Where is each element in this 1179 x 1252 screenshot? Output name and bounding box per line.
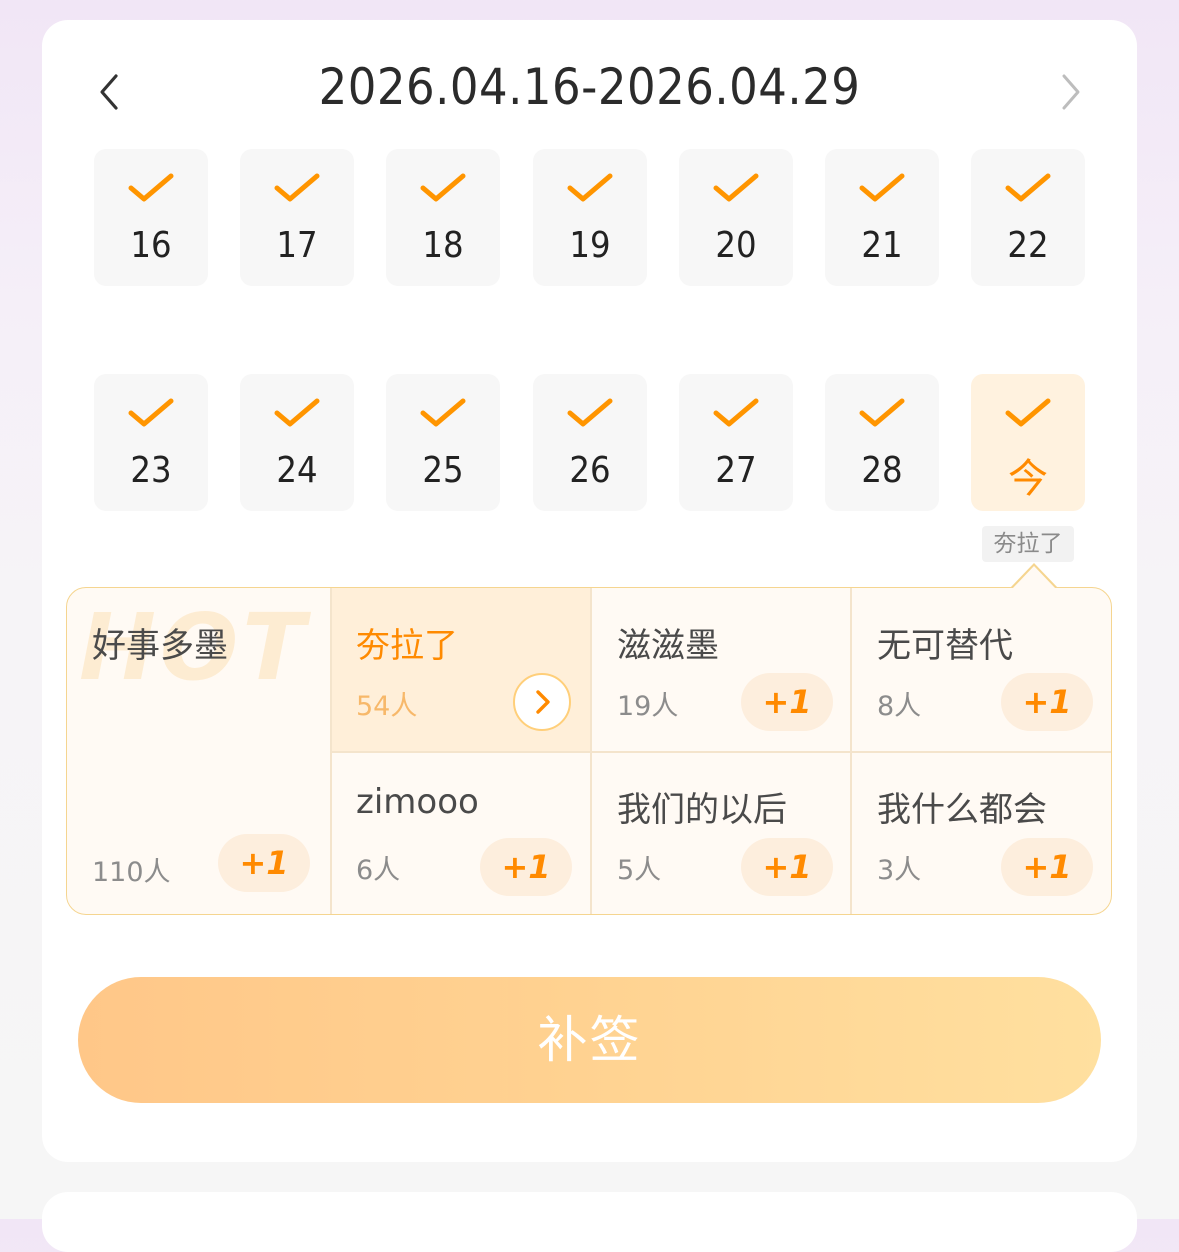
check-icon [713,398,759,427]
day-cell[interactable]: 16 [94,149,208,286]
plus-one-button[interactable]: +1 [741,838,833,896]
plus-one-button[interactable]: +1 [218,834,310,892]
check-icon [567,398,613,427]
option-name: 夯拉了 [356,626,458,666]
option-name: 无可替代 [877,626,1013,666]
day-cell[interactable]: 26 [533,374,647,511]
day-number: 23 [130,450,172,491]
option-count: 110人 [92,857,171,888]
day-number: 27 [715,450,757,491]
check-icon [420,173,466,202]
day-number: 17 [276,225,318,266]
next-range-button[interactable] [1050,72,1090,112]
day-number: 21 [861,225,903,266]
option-count: 3人 [877,855,922,886]
day-number: 20 [715,225,757,266]
option-name: 好事多墨 [92,626,228,666]
check-icon [128,398,174,427]
chevron-right-icon [1062,74,1080,110]
plus-one-button[interactable]: +1 [480,838,572,896]
option-cell[interactable]: 好事多墨 110人 +1 [67,588,330,914]
check-icon [859,398,905,427]
check-icon [1005,398,1051,427]
option-cell[interactable]: 我们的以后 5人 +1 [592,752,852,914]
go-button[interactable] [513,673,571,731]
option-grid: HOT 好事多墨 110人 +1 夯拉了 54人 滋滋墨 19人 +1 无可替代… [66,587,1112,915]
check-icon [859,173,905,202]
option-name: 滋滋墨 [617,626,719,666]
check-icon [274,398,320,427]
day-number: 28 [861,450,903,491]
date-range-title: 2026.04.16-2026.04.29 [318,58,861,116]
day-cell[interactable]: 24 [240,374,354,511]
day-cell[interactable]: 21 [825,149,939,286]
grid-divider [331,751,1111,753]
option-count: 54人 [356,691,418,722]
plus-one-button[interactable]: +1 [1001,838,1093,896]
day-cell[interactable]: 23 [94,374,208,511]
day-number: 22 [1007,225,1049,266]
day-cell[interactable]: 28 [825,374,939,511]
today-tag: 夯拉了 [982,526,1074,562]
option-name: zimooo [356,782,479,822]
check-icon [567,173,613,202]
option-count: 8人 [877,691,922,722]
option-count: 19人 [617,691,679,722]
day-number: 18 [422,225,464,266]
day-number: 16 [130,225,172,266]
option-cell[interactable]: 滋滋墨 19人 +1 [592,588,852,751]
option-cell[interactable]: zimooo 6人 +1 [331,752,591,914]
day-cell[interactable]: 17 [240,149,354,286]
option-name: 我们的以后 [617,790,787,830]
option-cell[interactable]: 无可替代 8人 +1 [852,588,1111,751]
tip-pointer-fill [1012,566,1056,589]
day-number: 24 [276,450,318,491]
option-count: 5人 [617,855,662,886]
check-icon [713,173,759,202]
option-cell[interactable]: 我什么都会 3人 +1 [852,752,1111,914]
resign-button[interactable]: 补签 [78,977,1101,1103]
day-cell[interactable]: 22 [971,149,1085,286]
next-card [42,1192,1137,1252]
day-cell[interactable]: 20 [679,149,793,286]
chevron-right-icon [536,690,550,714]
check-icon [420,398,466,427]
check-icon [128,173,174,202]
option-count: 6人 [356,855,401,886]
day-number: 25 [422,450,464,491]
day-cell[interactable]: 19 [533,149,647,286]
day-cell-today[interactable]: 今 [971,374,1085,511]
day-cell[interactable]: 25 [386,374,500,511]
option-cell-selected[interactable]: 夯拉了 54人 [331,588,591,751]
option-name: 我什么都会 [877,790,1047,830]
check-icon [1005,173,1051,202]
check-icon [274,173,320,202]
plus-one-button[interactable]: +1 [1001,673,1093,731]
day-cell[interactable]: 18 [386,149,500,286]
day-number: 19 [569,225,611,266]
today-label: 今 [1008,456,1048,502]
plus-one-button[interactable]: +1 [741,673,833,731]
day-cell[interactable]: 27 [679,374,793,511]
day-number: 26 [569,450,611,491]
